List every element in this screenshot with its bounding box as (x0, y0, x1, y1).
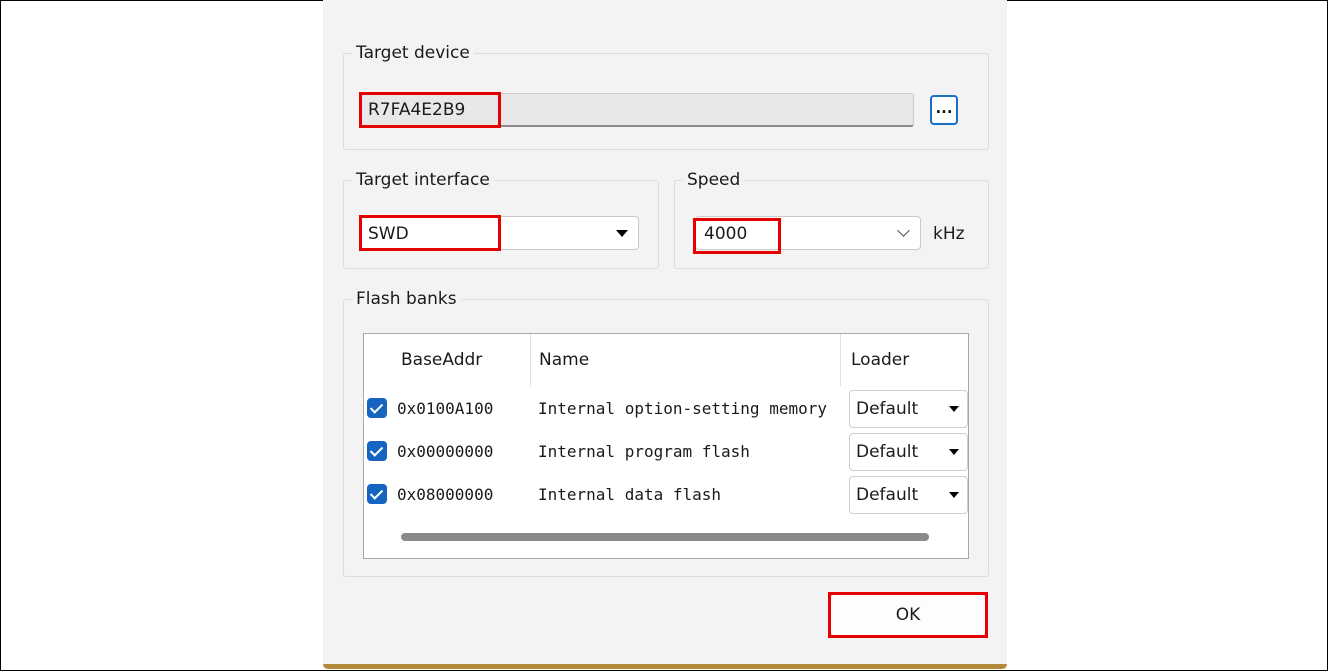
column-separator (530, 334, 531, 386)
base-addr-cell: 0x00000000 (397, 442, 494, 461)
target-interface-legend: Target interface (352, 169, 494, 191)
target-interface-select[interactable]: SWD (359, 216, 639, 250)
browse-device-button[interactable]: ... (930, 95, 958, 125)
column-header-loader[interactable]: Loader (851, 334, 909, 386)
bank-name-cell: Internal data flash (538, 485, 722, 504)
loader-select[interactable]: Default (849, 476, 968, 514)
dropdown-arrow-icon (949, 492, 959, 498)
bank-enabled-checkbox[interactable] (367, 484, 387, 504)
speed-legend: Speed (683, 169, 745, 191)
column-header-baseaddr[interactable]: BaseAddr (401, 334, 482, 386)
base-addr-cell: 0x0100A100 (397, 399, 494, 418)
target-device-legend: Target device (352, 42, 474, 64)
horizontal-scrollbar[interactable] (401, 533, 929, 541)
bank-enabled-checkbox[interactable] (367, 398, 387, 418)
speed-value: 4000 (704, 224, 748, 244)
target-interface-value: SWD (368, 224, 409, 244)
table-row: 0x00000000 Internal program flash Defaul… (364, 431, 968, 473)
speed-combobox[interactable]: 4000 (695, 216, 921, 250)
column-separator (840, 334, 841, 386)
column-header-name[interactable]: Name (539, 334, 589, 386)
speed-unit-label: kHz (933, 224, 965, 244)
flash-banks-legend: Flash banks (352, 288, 461, 310)
bank-name-cell: Internal program flash (538, 442, 750, 461)
loader-value: Default (856, 485, 919, 505)
base-addr-cell: 0x08000000 (397, 485, 494, 504)
dialog-bottom-edge (323, 664, 1007, 669)
ok-button[interactable]: OK (830, 594, 986, 636)
flash-banks-table: BaseAddr Name Loader 0x0100A100 Internal… (363, 333, 969, 559)
chevron-down-icon (897, 224, 910, 237)
loader-value: Default (856, 399, 919, 419)
bank-enabled-checkbox[interactable] (367, 441, 387, 461)
dropdown-arrow-icon (949, 406, 959, 412)
bank-name-cell: Internal option-setting memory (538, 399, 827, 418)
target-device-field[interactable]: R7FA4E2B9 (359, 93, 914, 127)
table-row: 0x08000000 Internal data flash Default (364, 474, 968, 516)
loader-select[interactable]: Default (849, 433, 968, 471)
dropdown-arrow-icon (616, 230, 628, 237)
dropdown-arrow-icon (949, 449, 959, 455)
table-row: 0x0100A100 Internal option-setting memor… (364, 388, 968, 430)
loader-value: Default (856, 442, 919, 462)
loader-select[interactable]: Default (849, 390, 968, 428)
